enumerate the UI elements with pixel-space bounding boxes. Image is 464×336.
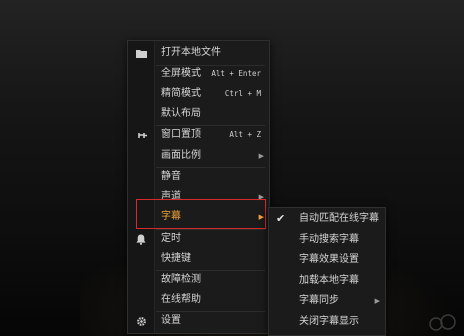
checkmark-icon: ✔: [276, 212, 286, 225]
submenu-arrow-icon: ▶: [258, 152, 264, 160]
submenu-item-load-local[interactable]: 加载本地字幕: [269, 271, 385, 291]
menu-item-always-on-top[interactable]: 窗口置顶 Alt + Z: [128, 125, 269, 145]
folder-icon: [135, 43, 147, 63]
submenu-item-label: 字幕同步: [299, 295, 339, 306]
menu-item-label: 静音: [161, 171, 181, 182]
submenu-item-label: 自动匹配在线字幕: [299, 213, 379, 224]
submenu-item-auto-match-online[interactable]: ✔ 自动匹配在线字幕: [269, 209, 385, 229]
menu-item-label: 故障检测: [161, 274, 201, 285]
watermark-logo-icon: [429, 314, 456, 331]
menu-item-shortcuts[interactable]: 快捷键: [128, 249, 269, 269]
menu-item-settings[interactable]: 设置: [128, 311, 269, 331]
submenu-item-label: 关闭字幕显示: [299, 316, 359, 327]
menu-item-label: 默认布局: [161, 108, 201, 119]
menu-item-label: 窗口置顶: [161, 129, 201, 140]
bell-icon: [135, 229, 147, 249]
menu-item-label: 定时: [161, 233, 181, 244]
submenu-item-effect-settings[interactable]: 字幕效果设置: [269, 250, 385, 270]
context-menu: 打开本地文件 全屏模式 Alt + Enter 精简模式 Ctrl + M 默认…: [127, 40, 270, 334]
menu-item-label: 画面比例: [161, 150, 201, 161]
subtitle-submenu: ✔ 自动匹配在线字幕 手动搜索字幕 字幕效果设置 加载本地字幕 字幕同步 ▶ 关…: [268, 207, 386, 336]
menu-item-mute[interactable]: 静音: [128, 167, 269, 187]
submenu-item-hide-subtitles[interactable]: 关闭字幕显示: [269, 312, 385, 332]
submenu-item-label: 加载本地字幕: [299, 275, 359, 286]
submenu-item-sync[interactable]: 字幕同步 ▶: [269, 291, 385, 311]
gear-icon: [135, 311, 147, 331]
menu-item-aspect-ratio[interactable]: 画面比例 ▶: [128, 146, 269, 166]
menu-item-label: 在线帮助: [161, 294, 201, 305]
shortcut-text: Alt + Enter: [211, 69, 261, 78]
menu-item-timer[interactable]: 定时: [128, 229, 269, 249]
menu-item-default-layout[interactable]: 默认布局: [128, 104, 269, 124]
shortcut-text: Alt + Z: [229, 130, 261, 139]
menu-item-label: 快捷键: [161, 253, 191, 264]
submenu-item-label: 字幕效果设置: [299, 254, 359, 265]
menu-item-online-help[interactable]: 在线帮助: [128, 290, 269, 310]
submenu-item-label: 手动搜索字幕: [299, 234, 359, 245]
pin-icon: [135, 125, 147, 145]
menu-item-open-local-file[interactable]: 打开本地文件: [128, 43, 269, 63]
submenu-item-manual-search[interactable]: 手动搜索字幕: [269, 230, 385, 250]
menu-item-fault-detection[interactable]: 故障检测: [128, 270, 269, 290]
menu-item-label: 精简模式: [161, 88, 201, 99]
menu-item-fullscreen[interactable]: 全屏模式 Alt + Enter: [128, 64, 269, 84]
shortcut-text: Ctrl + M: [224, 89, 261, 98]
menu-item-compact-mode[interactable]: 精简模式 Ctrl + M: [128, 84, 269, 104]
menu-item-label: 打开本地文件: [161, 47, 221, 58]
submenu-arrow-icon: ▶: [374, 297, 380, 305]
highlight-frame: [136, 199, 266, 229]
menu-item-label: 全屏模式: [161, 68, 201, 79]
menu-item-label: 设置: [161, 315, 181, 326]
